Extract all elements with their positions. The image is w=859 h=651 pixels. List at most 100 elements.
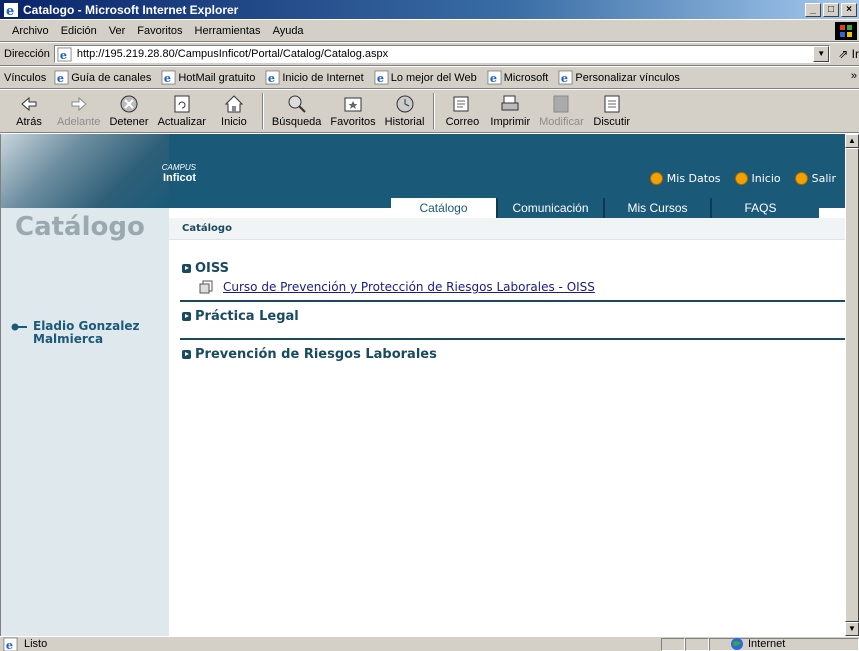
status-panel xyxy=(661,637,685,651)
refresh-label: Actualizar xyxy=(157,116,206,128)
search-label: Búsqueda xyxy=(271,116,322,128)
internet-explorer-icon: e xyxy=(4,2,18,18)
stop-button[interactable]: Detener xyxy=(109,93,149,128)
section-title: OISS xyxy=(195,260,230,276)
favorites-button[interactable]: Favoritos xyxy=(330,93,376,128)
link-inicio-internet[interactable]: e Inicio de Internet xyxy=(265,70,364,85)
back-label: Atrás xyxy=(16,116,42,128)
print-button[interactable]: Imprimir xyxy=(490,93,530,128)
link-label: Personalizar vínculos xyxy=(575,71,680,84)
print-label: Imprimir xyxy=(490,116,531,128)
key-icon xyxy=(11,323,27,331)
maximize-button[interactable]: □ xyxy=(823,2,839,17)
course-icon xyxy=(199,280,213,294)
user-icon xyxy=(649,172,663,185)
section-title: Prevención de Riesgos Laborales xyxy=(195,346,437,362)
history-button[interactable]: Historial xyxy=(385,93,424,128)
link-label: Microsoft xyxy=(503,71,549,84)
section-divider xyxy=(180,338,845,340)
home-button[interactable]: Inicio xyxy=(215,93,253,128)
ie-link-icon: e xyxy=(487,70,502,85)
inicio-link[interactable]: Inicio xyxy=(734,172,781,185)
window-titlebar: e Catalogo - Microsoft Internet Explorer… xyxy=(0,0,859,19)
scroll-thumb[interactable] xyxy=(845,148,859,622)
section-header[interactable]: OISS xyxy=(182,259,845,277)
toolbar-separator xyxy=(433,93,436,129)
section-header[interactable]: Prevención de Riesgos Laborales xyxy=(182,345,845,363)
favorites-icon xyxy=(344,97,362,112)
links-label: Vínculos xyxy=(4,71,47,84)
sidebar: Catálogo Eladio Gonzalez Malmierca xyxy=(1,208,169,636)
forward-button[interactable]: Adelante xyxy=(57,93,100,128)
link-mejor-web[interactable]: e Lo mejor del Web xyxy=(374,70,477,85)
tab-catalogo[interactable]: Catálogo xyxy=(391,198,498,218)
portal-tabs: Catálogo Comunicación Mis Cursos FAQS xyxy=(391,198,819,218)
tab-mis-cursos[interactable]: Mis Cursos xyxy=(605,198,712,218)
stop-label: Detener xyxy=(109,116,149,128)
menu-ayuda[interactable]: Ayuda xyxy=(267,25,310,37)
link-label: HotMail gratuito xyxy=(178,71,256,84)
discuss-label: Discutir xyxy=(593,116,631,128)
close-button[interactable]: × xyxy=(841,2,857,17)
ie-link-icon: e xyxy=(265,70,280,85)
course-link[interactable]: Curso de Prevención y Protección de Ries… xyxy=(223,280,595,294)
go-button[interactable]: ⇗ Ir xyxy=(838,47,859,61)
status-text: Listo xyxy=(24,638,48,650)
menu-archivo[interactable]: Archivo xyxy=(6,25,55,37)
edit-label: Modificar xyxy=(539,116,584,128)
link-label: Lo mejor del Web xyxy=(390,71,477,84)
security-zone: Internet xyxy=(709,637,859,651)
link-microsoft[interactable]: e Microsoft xyxy=(487,70,549,85)
section-prevencion: Prevención de Riesgos Laborales xyxy=(182,345,845,363)
mail-button[interactable]: Correo xyxy=(443,93,481,128)
salir-link[interactable]: Salir xyxy=(794,172,836,185)
edit-button[interactable]: Modificar xyxy=(539,93,584,128)
section-header[interactable]: Práctica Legal xyxy=(182,307,845,325)
home-icon xyxy=(224,95,244,113)
page-content: CAMPUS Inficot Mis Datos Inicio Salir Ca… xyxy=(0,134,845,636)
links-overflow-icon[interactable]: » xyxy=(851,70,857,82)
link-guia-canales[interactable]: e Guía de canales xyxy=(54,70,151,85)
sidebar-title: Catálogo xyxy=(15,212,145,242)
discuss-icon xyxy=(604,95,620,113)
zone-label: Internet xyxy=(748,638,786,650)
user-info: Eladio Gonzalez Malmierca xyxy=(11,320,140,346)
status-bar: e Listo Internet xyxy=(0,636,859,651)
tab-faqs[interactable]: FAQS xyxy=(712,198,819,218)
discuss-button[interactable]: Discutir xyxy=(593,93,631,128)
back-button[interactable]: Atrás xyxy=(10,93,48,128)
mail-label: Correo xyxy=(445,116,480,128)
mis-datos-link[interactable]: Mis Datos xyxy=(649,172,721,185)
menu-favoritos[interactable]: Favoritos xyxy=(131,25,188,37)
menu-edicion[interactable]: Edición xyxy=(55,25,103,37)
refresh-button[interactable]: Actualizar xyxy=(158,93,206,128)
address-dropdown-button[interactable]: ▼ xyxy=(813,46,830,62)
page-status-icon: e xyxy=(3,636,18,651)
tab-comunicacion[interactable]: Comunicación xyxy=(498,198,605,218)
standard-toolbar: Atrás Adelante Detener Actualizar Inicio… xyxy=(0,89,859,133)
link-hotmail[interactable]: e HotMail gratuito xyxy=(161,70,255,85)
globe-icon xyxy=(731,638,743,650)
minimize-button[interactable]: _ xyxy=(805,2,821,17)
svg-text:e: e xyxy=(561,71,568,85)
campus-logo[interactable]: CAMPUS Inficot xyxy=(136,162,196,184)
search-button[interactable]: Búsqueda xyxy=(271,93,322,128)
menu-bar: Archivo Edición Ver Favoritos Herramient… xyxy=(0,19,859,42)
section-oiss: OISS Curso de Prevención y Protección de… xyxy=(180,259,845,302)
scroll-up-button[interactable]: ▲ xyxy=(845,134,859,148)
link-label: Inicio de Internet xyxy=(282,71,364,84)
svg-text:e: e xyxy=(6,638,13,651)
go-label: Ir xyxy=(851,47,859,61)
menu-herramientas[interactable]: Herramientas xyxy=(189,25,267,37)
address-label: Dirección xyxy=(4,48,50,60)
refresh-icon xyxy=(174,95,190,113)
windows-logo-icon xyxy=(835,22,857,40)
address-input[interactable]: e http://195.219.28.80/CampusInficot/Por… xyxy=(53,45,831,63)
brand-name: Inficot xyxy=(163,172,196,184)
scroll-down-button[interactable]: ▼ xyxy=(845,622,859,636)
svg-text:e: e xyxy=(6,4,14,18)
menu-ver[interactable]: Ver xyxy=(103,25,132,37)
vertical-scrollbar[interactable]: ▲ ▼ xyxy=(845,134,859,636)
link-personalizar[interactable]: e Personalizar vínculos xyxy=(558,70,680,85)
link-label: Guía de canales xyxy=(71,71,152,84)
